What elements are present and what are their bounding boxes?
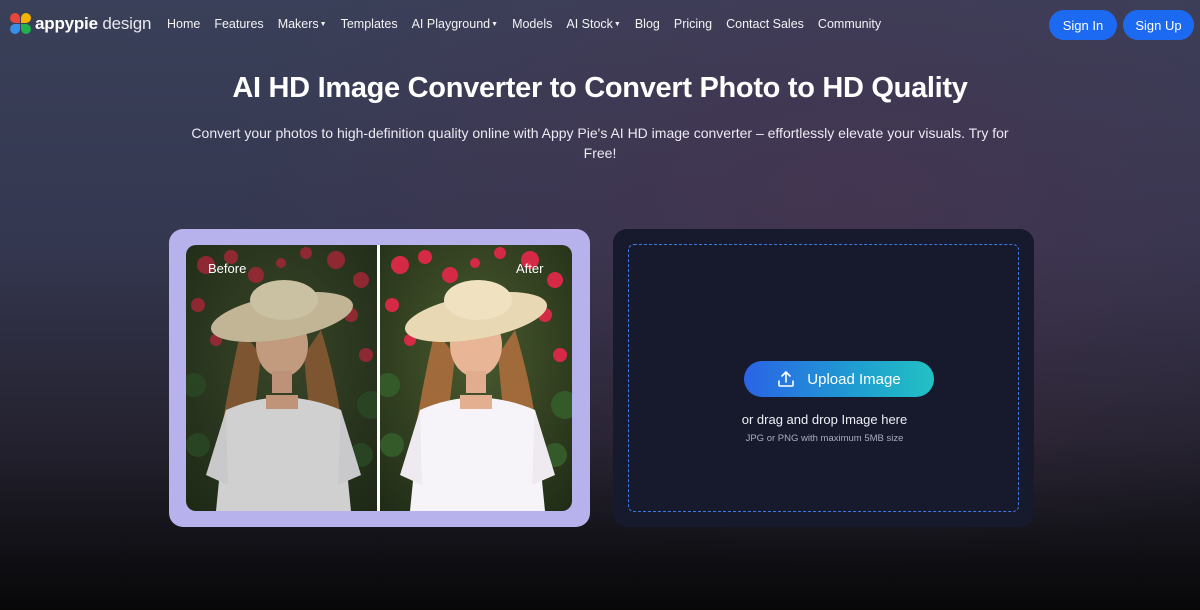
nav-item-ai-playground[interactable]: AI Playground ▼ bbox=[412, 17, 498, 31]
upload-image-button[interactable]: Upload Image bbox=[744, 361, 934, 397]
caret-down-icon: ▼ bbox=[491, 20, 499, 28]
drop-zone[interactable]: Upload Image or drag and drop Image here… bbox=[628, 244, 1019, 512]
nav-item-label: Models bbox=[512, 17, 553, 31]
upload-image-label: Upload Image bbox=[807, 370, 901, 388]
after-photo bbox=[380, 245, 572, 511]
nav-item-label: Blog bbox=[634, 17, 660, 31]
upload-panel: Upload Image or drag and drop Image here… bbox=[613, 229, 1034, 527]
nav-item-ai-stock[interactable]: AI Stock ▼ bbox=[566, 17, 620, 31]
before-photo bbox=[186, 245, 378, 511]
appypie-logo-icon bbox=[10, 13, 32, 35]
nav-item-label: AI Stock bbox=[566, 17, 613, 31]
logo[interactable]: appypie design bbox=[10, 13, 151, 35]
nav-item-home[interactable]: Home bbox=[167, 17, 200, 31]
upload-icon bbox=[777, 370, 795, 388]
after-label: After bbox=[516, 261, 544, 276]
nav-item-contact-sales[interactable]: Contact Sales bbox=[726, 17, 804, 31]
before-label: Before bbox=[208, 261, 247, 276]
caret-down-icon: ▼ bbox=[319, 20, 327, 28]
nav-item-label: Pricing bbox=[673, 17, 713, 31]
sign-up-button[interactable]: Sign Up bbox=[1123, 10, 1194, 40]
nav-item-label: Templates bbox=[340, 17, 398, 31]
nav-item-makers[interactable]: Makers ▼ bbox=[278, 17, 327, 31]
nav-item-label: Contact Sales bbox=[726, 17, 804, 31]
logo-text: appypie design bbox=[35, 14, 152, 33]
caret-down-icon: ▼ bbox=[613, 20, 621, 28]
sign-in-button[interactable]: Sign In bbox=[1049, 10, 1117, 40]
nav-item-label: Community bbox=[817, 17, 882, 31]
nav-item-features[interactable]: Features bbox=[214, 17, 263, 31]
nav-item-community[interactable]: Community bbox=[818, 17, 881, 31]
before-after-card: Before After bbox=[169, 229, 590, 527]
nav-item-templates[interactable]: Templates bbox=[341, 17, 398, 31]
main-menu: Home Features Makers ▼ Templates AI Playgroun… bbox=[167, 17, 895, 31]
page-subtitle: Convert your photos to high-definition q… bbox=[191, 125, 1009, 161]
nav-item-models[interactable]: Models bbox=[512, 17, 552, 31]
nav-item-label: Features bbox=[214, 17, 264, 31]
nav-item-label: AI Playground bbox=[411, 17, 491, 31]
nav-item-label: Home bbox=[167, 17, 201, 31]
nav-item-blog[interactable]: Blog bbox=[635, 17, 660, 31]
drag-drop-text: or drag and drop Image here bbox=[741, 412, 908, 427]
page-title: AI HD Image Converter to Convert Photo t… bbox=[232, 72, 968, 104]
top-nav: appypie design Home Features Makers ▼ Templa… bbox=[0, 0, 1200, 50]
nav-item-pricing[interactable]: Pricing bbox=[674, 17, 712, 31]
file-requirements-text: JPG or PNG with maximum 5MB size bbox=[745, 433, 904, 444]
nav-item-label: Makers bbox=[277, 17, 319, 31]
